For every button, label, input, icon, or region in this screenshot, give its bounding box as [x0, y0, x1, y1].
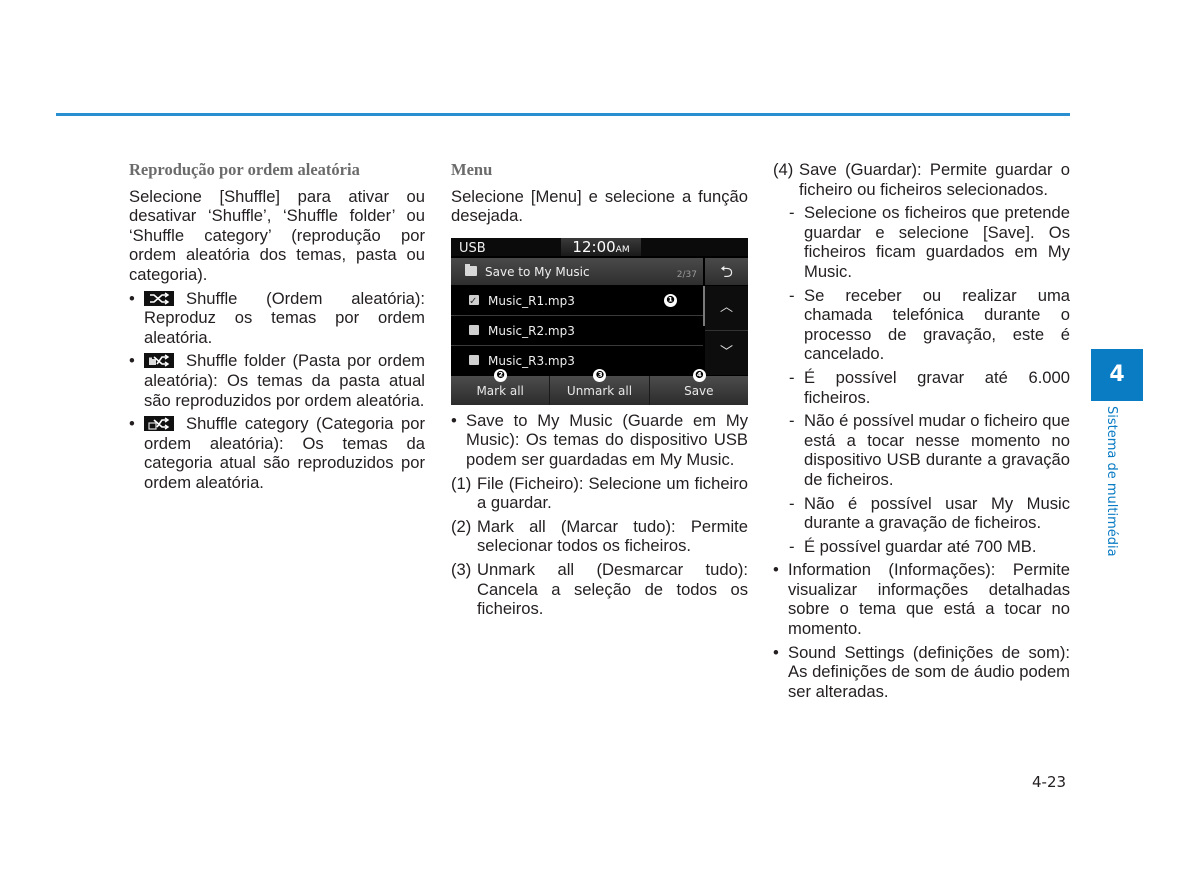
bullet-shuffle-text: Shuffle (Ordem aleatória): Reproduz os t…: [144, 288, 425, 347]
unmark-all-button[interactable]: ❸ Unmark all: [550, 368, 650, 405]
shuffle-icon: [144, 290, 174, 306]
item-text: Save (Guardar): Permite guardar o fichei…: [799, 160, 1070, 199]
mark-all-button[interactable]: ❷ Mark all: [451, 368, 551, 405]
item-text: File (Ficheiro): Selecione um ficheiro a…: [477, 473, 748, 513]
mark-all-label: Mark all: [476, 383, 524, 398]
bullet-information: Information (Informações): Permite visua…: [773, 560, 1070, 638]
section-heading-menu: Menu: [451, 160, 493, 179]
chevron-down-icon: ﹀: [719, 344, 733, 360]
screen-title: Save to My Music: [485, 264, 590, 279]
item-text: Mark all (Marcar tudo): Permite selecion…: [477, 516, 748, 556]
action-bar: ❷ Mark all ❸ Unmark all ❹ Save: [451, 368, 748, 405]
shuffle-category-icon: [144, 416, 174, 432]
chapter-tab: 4: [1091, 349, 1143, 401]
chapter-label-text: Sistema de multimédia: [1104, 406, 1119, 557]
status-bar: USB 12:00AM: [451, 237, 748, 256]
bullet-shuffle-category: Shuffle category (Categoria por ordem al…: [129, 414, 425, 492]
head-unit-screen: USB 12:00AM Save to My Music 2/37 ⮌ Musi…: [451, 237, 748, 405]
note-cannot-change-file: - Não é possível mudar o ficheiro que est…: [789, 411, 1070, 489]
bullet-shuffle: Shuffle (Ordem aleatória): Reproduz os t…: [129, 289, 425, 348]
file-row[interactable]: Music_R3.mp3: [451, 346, 703, 375]
callout-2: ❷: [494, 368, 508, 382]
file-checkbox[interactable]: [469, 324, 479, 335]
note-phone-call: - Se receber ou realizar uma chamada tele…: [789, 285, 1070, 364]
callout-1: ❶: [664, 293, 677, 307]
item-text: Unmark all (Desmarcar tudo): Cancela a s…: [477, 559, 748, 619]
item-number: (2): [451, 516, 472, 536]
menu-intro: Selecione [Menu] e selecione a função de…: [451, 186, 748, 226]
item-number: (1): [451, 473, 472, 493]
section-heading-shuffle: Reprodução por ordem aleatória: [129, 160, 360, 179]
shuffle-folder-icon: [144, 353, 174, 369]
clock: 12:00AM: [561, 237, 641, 256]
scroll-down-button[interactable]: ﹀: [705, 330, 748, 375]
note-cannot-use-my-music: - Não é possível usar My Music durante a …: [789, 493, 1070, 533]
note-text: Não é possível usar My Music durante a g…: [804, 493, 1070, 533]
save-label: Save: [684, 383, 714, 398]
clock-time: 12:00: [572, 237, 616, 256]
file-row[interactable]: Music_R2.mp3: [451, 316, 703, 346]
note-text: É possível guardar até 700 MB.: [804, 536, 1037, 556]
item-file: (1) File (Ficheiro): Selecione um ficheir…: [451, 474, 748, 513]
item-unmark-all: (3) Unmark all (Desmarcar tudo): Cancela …: [451, 560, 748, 619]
bullet-save-to-my-music: Save to My Music (Guarde em My Music): O…: [451, 411, 748, 470]
file-row[interactable]: Music_R1.mp3 ❶: [451, 286, 703, 316]
save-button[interactable]: ❹ Save: [649, 368, 748, 405]
source-label: USB: [459, 240, 486, 256]
screen-title-bar: Save to My Music 2/37: [451, 257, 703, 285]
unmark-all-label: Unmark all: [566, 383, 633, 398]
note-text: Se receber ou realizar uma chamada telef…: [804, 285, 1070, 364]
bullet-sound-settings: Sound Settings (definições de som): As d…: [773, 643, 1070, 702]
file-checkbox[interactable]: [469, 292, 479, 311]
note-max-files: -É possível gravar até 6.000 ficheiros.: [789, 367, 1070, 407]
chevron-up-icon: ︿: [719, 299, 733, 315]
file-checkbox[interactable]: [469, 354, 479, 365]
scroll-up-button[interactable]: ︿: [705, 285, 748, 331]
page-number: 4-23: [1032, 773, 1067, 791]
shuffle-intro: Selecione [Shuffle] para ativar ou desat…: [129, 186, 425, 284]
column-shuffle: Reprodução por ordem aleatória Selecione…: [129, 160, 425, 493]
header-rule: [56, 113, 1070, 116]
back-icon: ⮌: [720, 261, 733, 281]
bullet-shuffle-folder: Shuffle folder (Pasta por ordem aleatóri…: [129, 351, 425, 410]
callout-3: ❸: [593, 368, 607, 382]
item-number: (4): [773, 160, 794, 179]
note-select-files: - Selecione os ficheiros que pretende gua…: [789, 203, 1070, 281]
clock-ampm: AM: [615, 244, 630, 255]
item-number: (3): [451, 559, 472, 579]
chapter-label: Sistema de multimédia: [1101, 406, 1121, 576]
back-button[interactable]: ⮌: [705, 257, 748, 285]
bullet-shuffle-category-text: Shuffle category (Categoria por ordem al…: [144, 414, 425, 492]
file-name: Music_R1.mp3: [488, 293, 575, 308]
item-mark-all: (2) Mark all (Marcar tudo): Permite selec…: [451, 517, 748, 556]
folder-icon: [465, 263, 477, 276]
note-text: Não é possível mudar o ficheiro que está…: [804, 411, 1070, 489]
file-name: Music_R2.mp3: [488, 323, 575, 338]
item-save: (4) Save (Guardar): Permite guardar o fic…: [773, 160, 1070, 199]
column-menu: Menu Selecione [Menu] e selecione a funç…: [451, 160, 748, 619]
file-count: 2/37: [676, 269, 697, 280]
bullet-shuffle-folder-text: Shuffle folder (Pasta por ordem aleatóri…: [144, 351, 425, 410]
callout-4: ❹: [692, 368, 706, 382]
column-save: (4) Save (Guardar): Permite guardar o fic…: [773, 160, 1070, 701]
note-max-size: -É possível guardar até 700 MB.: [789, 536, 1037, 556]
note-text: Selecione os ficheiros que pretende guar…: [804, 203, 1070, 281]
note-text: É possível gravar até 6.000 ficheiros.: [804, 367, 1070, 407]
